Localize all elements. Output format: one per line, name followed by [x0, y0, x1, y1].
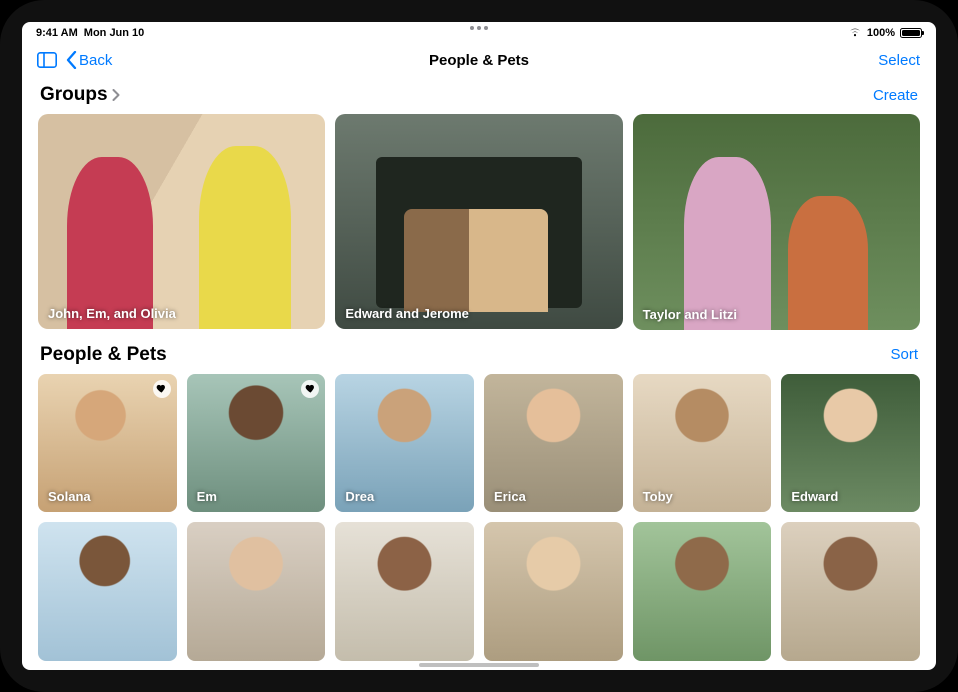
person-thumbnail [335, 522, 474, 661]
status-date: Mon Jun 10 [84, 27, 145, 39]
nav-bar: Back People & Pets Select [22, 42, 936, 78]
person-label: Drea [345, 489, 374, 504]
status-battery-pct: 100% [867, 27, 895, 39]
people-tile[interactable] [484, 522, 623, 661]
person-thumbnail [781, 522, 920, 661]
person-thumbnail [484, 522, 623, 661]
page-title: People & Pets [429, 52, 529, 69]
people-tile[interactable]: Em [187, 374, 326, 513]
chevron-right-icon [112, 89, 120, 101]
screen: 9:41 AM Mon Jun 10 100% Back [22, 22, 936, 670]
group-tile[interactable]: Edward and Jerome [335, 114, 622, 329]
people-tile[interactable] [187, 522, 326, 661]
people-tile[interactable]: Solana [38, 374, 177, 513]
sidebar-toggle-button[interactable] [34, 47, 60, 73]
create-button[interactable]: Create [873, 87, 918, 104]
content-scroll[interactable]: Groups Create John, Em, and Olivia Edwar… [22, 78, 936, 670]
group-tile[interactable]: Taylor and Litzi [633, 114, 920, 330]
group-tile[interactable]: John, Em, and Olivia [38, 114, 325, 329]
people-tile[interactable]: Drea [335, 374, 474, 513]
device-bezel: 9:41 AM Mon Jun 10 100% Back [0, 0, 958, 692]
group-label: Edward and Jerome [345, 306, 469, 321]
battery-icon [900, 28, 922, 38]
groups-title: Groups [40, 84, 108, 106]
heart-icon [301, 380, 319, 398]
groups-header[interactable]: Groups [40, 84, 120, 106]
person-label: Toby [643, 489, 673, 504]
wifi-icon [848, 27, 862, 40]
person-label: Em [197, 489, 217, 504]
people-tile[interactable]: Edward [781, 374, 920, 513]
people-pets-header: People & Pets [40, 344, 167, 366]
chevron-left-icon [66, 51, 77, 69]
home-indicator[interactable] [419, 663, 539, 667]
group-label: Taylor and Litzi [643, 307, 737, 322]
group-label: John, Em, and Olivia [48, 306, 176, 321]
status-time: 9:41 AM [36, 27, 78, 39]
status-bar: 9:41 AM Mon Jun 10 100% [22, 22, 936, 42]
back-label: Back [79, 52, 112, 69]
people-tile[interactable] [633, 522, 772, 661]
select-button[interactable]: Select [878, 52, 920, 69]
heart-icon [153, 380, 171, 398]
person-label: Edward [791, 489, 838, 504]
people-tile[interactable]: Erica [484, 374, 623, 513]
people-pets-title: People & Pets [40, 344, 167, 366]
people-tile[interactable] [781, 522, 920, 661]
people-tile[interactable] [38, 522, 177, 661]
people-tile[interactable]: Toby [633, 374, 772, 513]
person-label: Solana [48, 489, 91, 504]
sort-button[interactable]: Sort [890, 346, 918, 363]
person-thumbnail [187, 522, 326, 661]
group-thumbnail [633, 114, 920, 330]
people-tile[interactable] [335, 522, 474, 661]
person-thumbnail [38, 522, 177, 661]
person-label: Erica [494, 489, 526, 504]
multitask-dots-icon[interactable] [470, 26, 488, 30]
back-button[interactable]: Back [66, 51, 112, 69]
group-thumbnail [38, 114, 325, 329]
person-thumbnail [633, 522, 772, 661]
group-thumbnail [335, 114, 622, 329]
